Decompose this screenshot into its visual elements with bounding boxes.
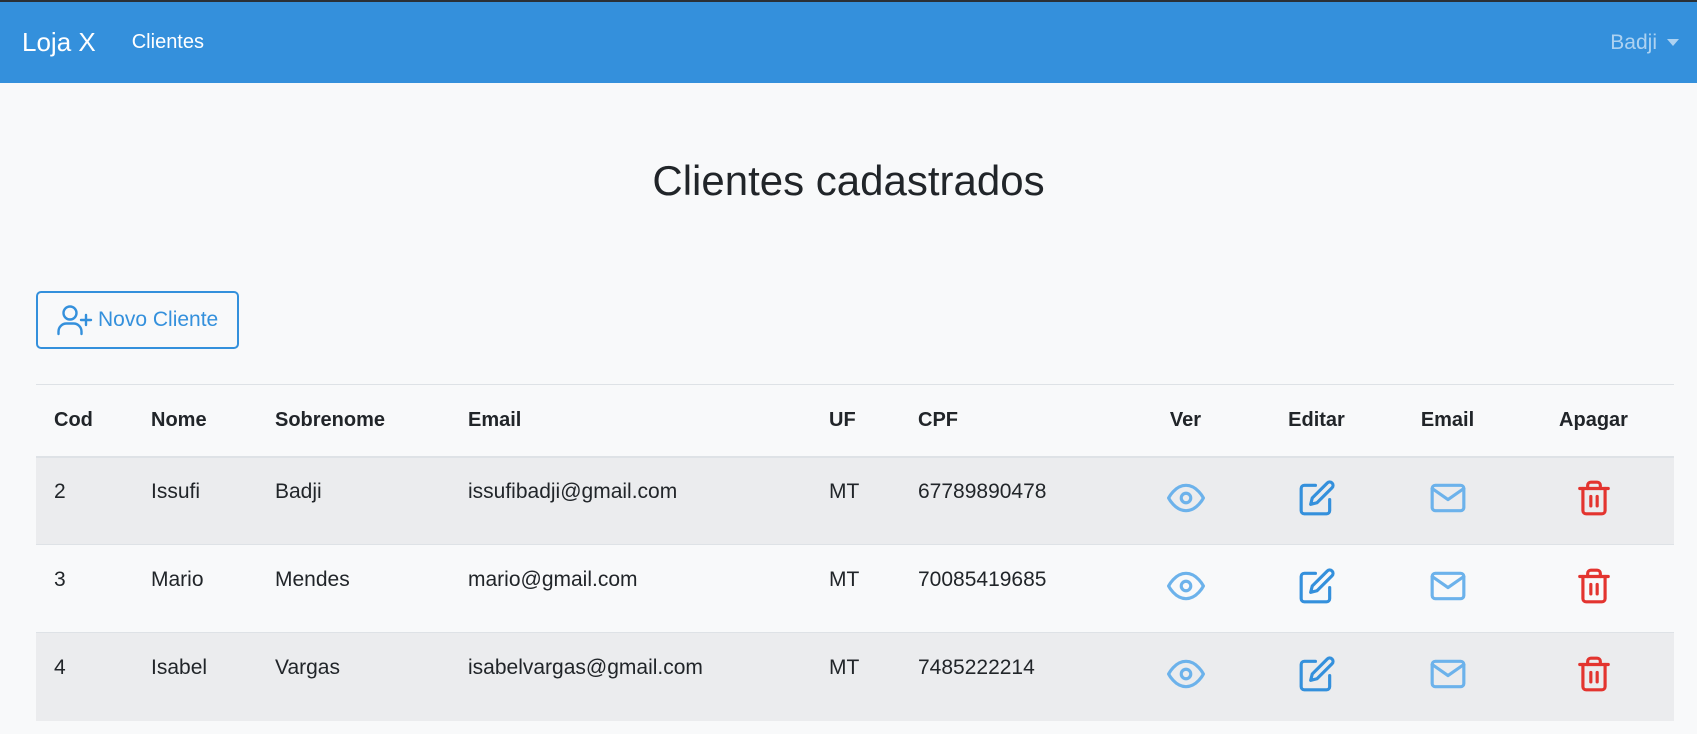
cell-uf: MT: [811, 544, 900, 633]
cell-email: isabelvargas@gmail.com: [450, 632, 811, 721]
user-dropdown[interactable]: Badji: [1610, 2, 1679, 83]
cell-view: [1120, 456, 1251, 545]
cell-nome: Isabel: [133, 632, 257, 721]
header-editar: Editar: [1251, 384, 1382, 458]
eye-icon[interactable]: [1166, 655, 1205, 699]
cell-sobrenome: Badji: [257, 456, 450, 545]
new-client-label: Novo Cliente: [98, 308, 219, 331]
cell-edit: [1251, 544, 1382, 633]
page-title: Clientes cadastrados: [652, 157, 1045, 204]
cell-cpf: 70085419685: [900, 544, 1120, 633]
cell-sobrenome: Vargas: [257, 632, 450, 721]
edit-icon[interactable]: [1298, 479, 1336, 523]
caret-down-icon: [1667, 39, 1679, 46]
cell-uf: MT: [811, 456, 900, 545]
header-uf: UF: [811, 384, 900, 458]
clients-table-container: Cod Nome Sobrenome Email UF CPF Ver Edit…: [36, 384, 1674, 721]
cell-cod: 4: [36, 632, 133, 721]
cell-sobrenome: Mendes: [257, 544, 450, 633]
header-cod: Cod: [36, 384, 133, 458]
header-email-action: Email: [1382, 384, 1513, 458]
envelope-icon[interactable]: [1429, 655, 1467, 699]
navbar: Loja X Clientes Badji: [0, 2, 1697, 83]
cell-cod: 3: [36, 544, 133, 633]
header-cpf: CPF: [900, 384, 1120, 458]
envelope-icon[interactable]: [1429, 567, 1467, 611]
user-plus-icon: [57, 305, 93, 336]
trash-icon[interactable]: [1575, 655, 1613, 699]
cell-mail: [1382, 544, 1513, 633]
header-nome: Nome: [133, 384, 257, 458]
cell-nome: Mario: [133, 544, 257, 633]
table-row: 2 Issufi Badji issufibadji@gmail.com MT …: [36, 456, 1674, 545]
envelope-icon[interactable]: [1429, 479, 1467, 523]
cell-cpf: 7485222214: [900, 632, 1120, 721]
cell-view: [1120, 544, 1251, 633]
eye-icon[interactable]: [1166, 479, 1205, 523]
cell-edit: [1251, 456, 1382, 545]
cell-delete: [1513, 544, 1674, 633]
edit-icon[interactable]: [1298, 567, 1336, 611]
cell-cod: 2: [36, 456, 133, 545]
header-sobrenome: Sobrenome: [257, 384, 450, 458]
header-email: Email: [450, 384, 811, 458]
header-apagar: Apagar: [1513, 384, 1674, 458]
eye-icon[interactable]: [1166, 567, 1205, 611]
cell-edit: [1251, 632, 1382, 721]
trash-icon[interactable]: [1575, 479, 1613, 523]
cell-mail: [1382, 632, 1513, 721]
cell-email: mario@gmail.com: [450, 544, 811, 633]
cell-nome: Issufi: [133, 456, 257, 545]
trash-icon[interactable]: [1575, 567, 1613, 611]
table-row: 4 Isabel Vargas isabelvargas@gmail.com M…: [36, 632, 1674, 721]
nav-link-clientes[interactable]: Clientes: [132, 31, 204, 54]
cell-delete: [1513, 632, 1674, 721]
edit-icon[interactable]: [1298, 655, 1336, 699]
header-ver: Ver: [1120, 384, 1251, 458]
cell-cpf: 67789890478: [900, 456, 1120, 545]
cell-view: [1120, 632, 1251, 721]
table-header-row: Cod Nome Sobrenome Email UF CPF Ver Edit…: [36, 384, 1674, 458]
cell-uf: MT: [811, 632, 900, 721]
table-row: 3 Mario Mendes mario@gmail.com MT 700854…: [36, 544, 1674, 633]
clients-table: Cod Nome Sobrenome Email UF CPF Ver Edit…: [36, 384, 1674, 721]
user-name: Badji: [1610, 30, 1657, 54]
brand-logo[interactable]: Loja X: [22, 27, 96, 58]
cell-mail: [1382, 456, 1513, 545]
cell-delete: [1513, 456, 1674, 545]
new-client-button[interactable]: Novo Cliente: [36, 291, 239, 349]
cell-email: issufibadji@gmail.com: [450, 456, 811, 545]
